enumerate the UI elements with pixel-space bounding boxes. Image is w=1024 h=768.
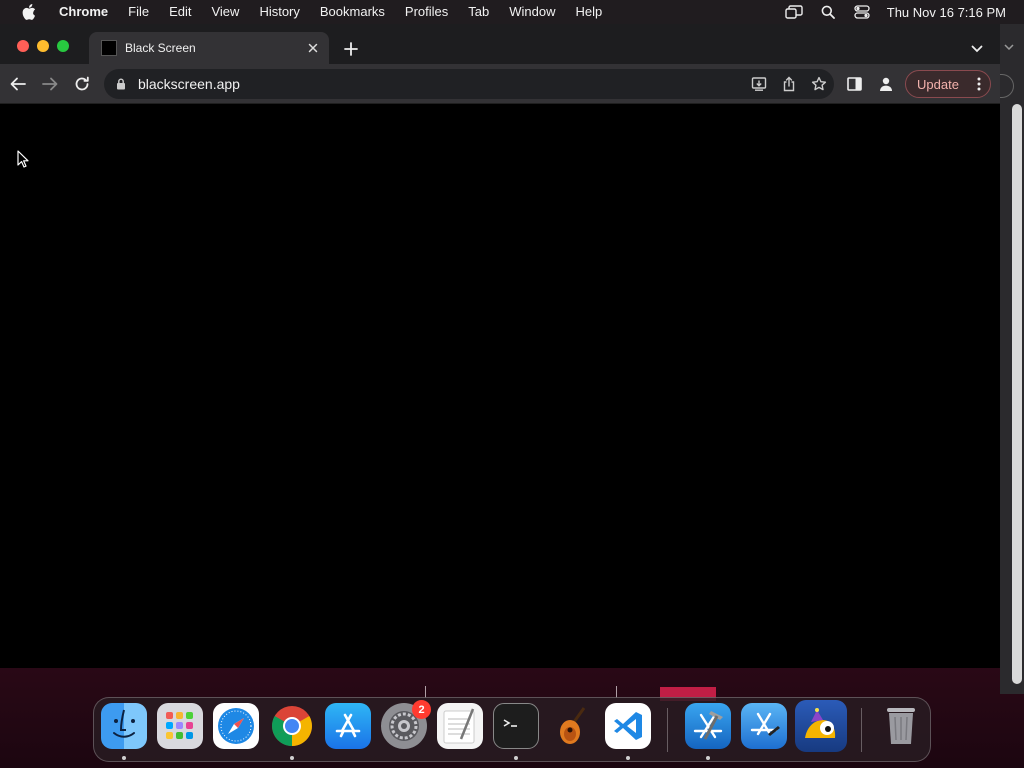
- screen-mirroring-icon[interactable]: [777, 0, 811, 24]
- dock-xcode-icon[interactable]: [685, 703, 731, 749]
- tab-title: Black Screen: [125, 41, 196, 55]
- update-button[interactable]: Update: [905, 70, 991, 98]
- window-close-button[interactable]: [17, 40, 29, 52]
- tab-strip: Black Screen: [0, 24, 1000, 64]
- menu-window[interactable]: Window: [499, 0, 565, 24]
- menu-edge: [1000, 74, 1014, 98]
- scrollbar[interactable]: [1012, 104, 1022, 684]
- menu-bookmarks[interactable]: Bookmarks: [310, 0, 395, 24]
- back-arrow-icon[interactable]: [6, 72, 30, 96]
- browser-window: Black Screen blackscreen.app Update: [0, 24, 1000, 668]
- dock-game-icon[interactable]: [795, 700, 847, 752]
- reload-icon[interactable]: [70, 72, 94, 96]
- running-indicator: [290, 756, 294, 760]
- menu-edit[interactable]: Edit: [159, 0, 201, 24]
- share-icon[interactable]: [774, 69, 804, 99]
- favicon-icon: [101, 40, 117, 56]
- menu-file[interactable]: File: [118, 0, 159, 24]
- running-indicator: [514, 756, 518, 760]
- control-center-icon[interactable]: [845, 0, 879, 24]
- dock-vscode-icon[interactable]: [605, 703, 651, 749]
- forward-arrow-icon[interactable]: [38, 72, 62, 96]
- update-button-label: Update: [917, 76, 959, 92]
- menu-app-chrome[interactable]: Chrome: [53, 0, 118, 24]
- running-indicator: [626, 756, 630, 760]
- running-indicator: [122, 756, 126, 760]
- page-content-black-screen[interactable]: [0, 104, 1000, 668]
- dock-separator: [667, 708, 668, 752]
- dock-finder-icon[interactable]: [101, 703, 147, 749]
- lock-icon[interactable]: [114, 77, 128, 91]
- url-text[interactable]: blackscreen.app: [138, 76, 744, 92]
- chevron-down-icon: [1000, 38, 1018, 56]
- menu-bar-status-area: Thu Nov 16 7:16 PM: [777, 0, 1024, 24]
- dock-terminal-icon[interactable]: [493, 703, 539, 749]
- dock-simulator-icon[interactable]: [741, 703, 787, 749]
- dock-separator: [861, 708, 862, 752]
- menu-bar: Chrome File Edit View History Bookmarks …: [0, 0, 1024, 24]
- dock-chrome-icon[interactable]: [269, 703, 315, 749]
- dock-textedit-icon[interactable]: [437, 703, 483, 749]
- browser-toolbar: blackscreen.app Update: [0, 64, 1000, 104]
- profile-avatar-icon[interactable]: [874, 72, 898, 96]
- apple-menu-icon[interactable]: [19, 4, 39, 20]
- running-indicator: [706, 756, 710, 760]
- mouse-pointer-icon: [17, 150, 29, 168]
- window-minimize-button[interactable]: [37, 40, 49, 52]
- new-tab-button[interactable]: [340, 38, 362, 60]
- menu-help[interactable]: Help: [566, 0, 613, 24]
- tab-black-screen[interactable]: Black Screen: [89, 32, 329, 64]
- notification-badge: 2: [412, 700, 431, 719]
- dock-safari-icon[interactable]: [213, 703, 259, 749]
- menu-bar-clock[interactable]: Thu Nov 16 7:16 PM: [879, 5, 1024, 20]
- bookmark-star-icon[interactable]: [804, 69, 834, 99]
- address-bar[interactable]: blackscreen.app: [104, 69, 834, 99]
- menu-history[interactable]: History: [249, 0, 309, 24]
- menu-view[interactable]: View: [201, 0, 249, 24]
- install-app-icon[interactable]: [744, 69, 774, 99]
- window-zoom-button[interactable]: [57, 40, 69, 52]
- dock-trash-icon[interactable]: [878, 703, 924, 749]
- side-panel-icon[interactable]: [842, 72, 866, 96]
- more-options-icon[interactable]: [977, 77, 981, 91]
- dock: 2: [93, 697, 931, 762]
- menu-tab[interactable]: Tab: [458, 0, 499, 24]
- background-window-edge: [1000, 24, 1024, 694]
- dock-launchpad-icon[interactable]: [157, 703, 203, 749]
- dock-garageband-icon[interactable]: [549, 703, 595, 749]
- menu-profiles[interactable]: Profiles: [395, 0, 458, 24]
- search-icon[interactable]: [811, 0, 845, 24]
- dock-app-store-icon[interactable]: [325, 703, 371, 749]
- tab-search-chevron-icon[interactable]: [966, 38, 988, 60]
- tab-close-icon[interactable]: [303, 38, 323, 58]
